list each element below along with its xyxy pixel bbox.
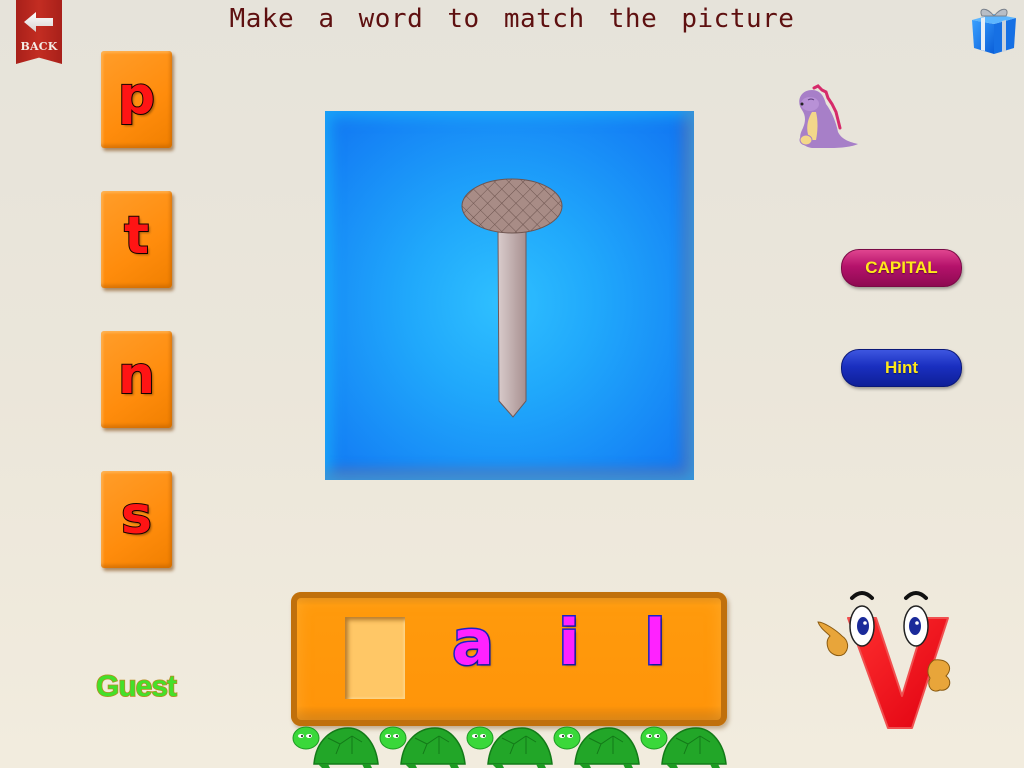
picture-frame [325, 111, 694, 480]
letter-v-mascot [817, 591, 951, 729]
instruction-title: Make a word to match the picture [229, 4, 795, 34]
nail-picture [461, 178, 563, 418]
capital-button[interactable]: CAPITAL [841, 249, 962, 287]
tile-letter: t [123, 205, 150, 266]
gift-icon[interactable] [968, 4, 1020, 56]
letter-tile-s[interactable]: s [101, 471, 172, 568]
turtle-icon [640, 726, 727, 768]
tile-letter: s [120, 485, 153, 546]
word-letter: l [643, 606, 667, 679]
turtle-icon [292, 726, 379, 768]
word-letter: i [557, 606, 581, 679]
word-letter: a [451, 606, 496, 679]
turtle-icon [379, 726, 466, 768]
letter-tile-n[interactable]: n [101, 331, 172, 428]
user-name: Guest [95, 669, 178, 704]
tile-letter: p [117, 65, 156, 126]
letter-tile-p[interactable]: p [101, 51, 172, 148]
tile-letter: n [117, 345, 156, 406]
dinosaur-icon [799, 84, 858, 148]
hint-label: Hint [884, 358, 919, 377]
letter-tile-t[interactable]: t [101, 191, 172, 288]
back-label: BACK [20, 40, 58, 53]
hint-button[interactable]: Hint [841, 349, 962, 387]
capital-label: CAPITAL [865, 258, 938, 277]
turtle-icon [466, 726, 553, 768]
turtle-icon [553, 726, 640, 768]
missing-letter-slot[interactable] [345, 617, 405, 699]
